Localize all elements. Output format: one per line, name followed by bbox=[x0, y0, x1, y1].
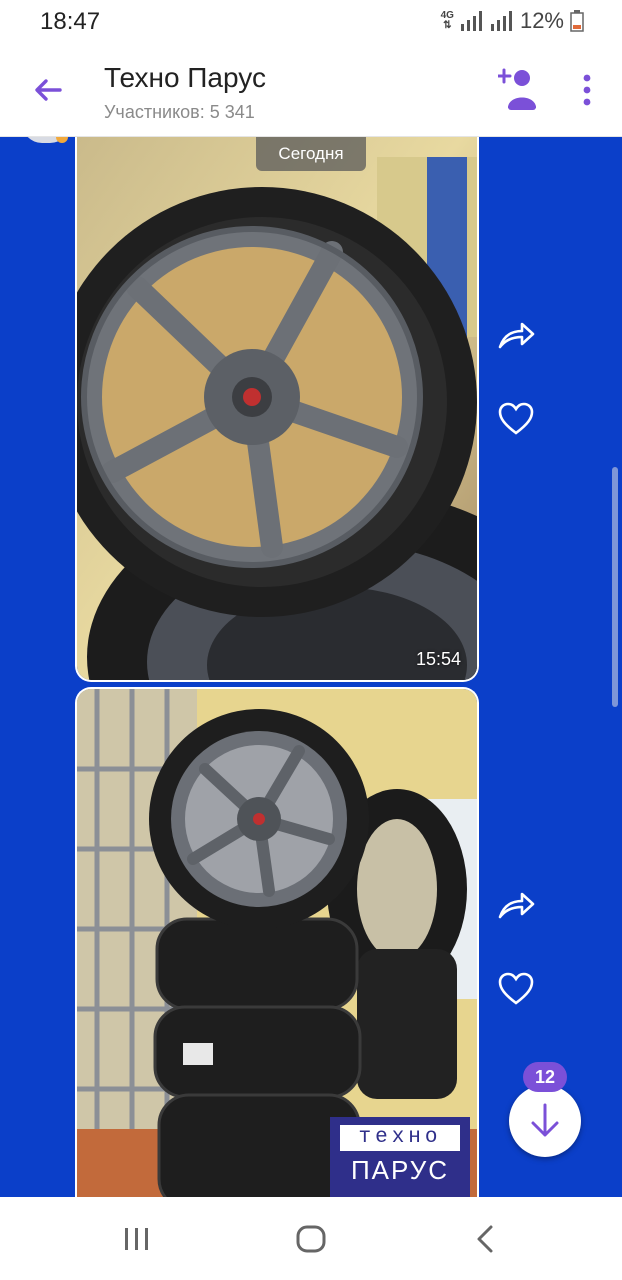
system-nav-bar bbox=[0, 1197, 622, 1280]
chat-title[interactable]: Техно Парус bbox=[104, 62, 266, 94]
status-indicators: 4G ⇅ 12% bbox=[441, 8, 584, 34]
unread-count-badge: 12 bbox=[523, 1062, 567, 1092]
signal-icon-2 bbox=[490, 11, 512, 31]
members-count[interactable]: Участников: 5 341 bbox=[104, 102, 255, 123]
add-member-icon[interactable] bbox=[498, 66, 540, 112]
back-arrow-icon[interactable] bbox=[28, 70, 68, 110]
chat-messages[interactable]: 15:54 Сегодня техно ПАРУС bbox=[0, 137, 622, 1197]
battery-icon bbox=[570, 10, 584, 32]
date-separator: Сегодня bbox=[256, 137, 366, 171]
battery-percent: 12% bbox=[519, 8, 564, 33]
data-arrows-icon: ⇅ bbox=[443, 20, 452, 31]
share-icon[interactable] bbox=[496, 315, 536, 355]
more-vert-icon[interactable] bbox=[576, 72, 598, 112]
watermark-top: техно bbox=[340, 1125, 460, 1151]
avatar-badge bbox=[56, 137, 68, 143]
scroll-down-button[interactable] bbox=[509, 1085, 581, 1157]
watermark-bottom: ПАРУС bbox=[350, 1155, 450, 1185]
home-icon[interactable] bbox=[291, 1219, 331, 1259]
watermark-logo: техно ПАРУС bbox=[330, 1117, 470, 1197]
chat-header: Техно Парус Участников: 5 341 bbox=[0, 46, 622, 137]
network-indicator: 4G ⇅ bbox=[441, 11, 454, 31]
photo-message[interactable]: 15:54 bbox=[75, 137, 479, 682]
recent-apps-icon[interactable] bbox=[117, 1219, 157, 1259]
signal-icon bbox=[460, 11, 482, 31]
message-time: 15:54 bbox=[415, 649, 461, 669]
share-icon[interactable] bbox=[496, 885, 536, 925]
status-time: 18:47 bbox=[40, 8, 101, 35]
scrollbar[interactable] bbox=[612, 467, 618, 707]
back-nav-icon[interactable] bbox=[466, 1219, 506, 1259]
status-bar: 18:47 4G ⇅ 12% bbox=[0, 0, 622, 46]
heart-icon[interactable] bbox=[496, 969, 536, 1009]
heart-icon[interactable] bbox=[496, 399, 536, 439]
photo-message[interactable]: техно ПАРУС bbox=[75, 687, 479, 1197]
arrow-down-icon bbox=[531, 1103, 559, 1137]
wheel-photo bbox=[77, 137, 477, 680]
